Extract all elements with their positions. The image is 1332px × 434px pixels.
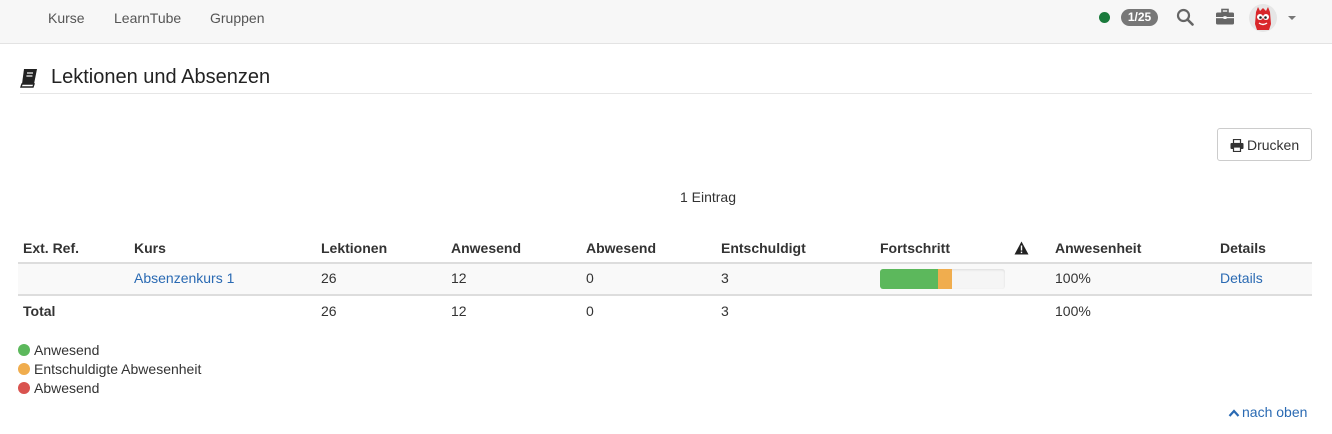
cell-absent: 0	[586, 270, 594, 286]
column-header-absent[interactable]: Abwesend	[586, 240, 656, 256]
top-navbar: Kurse LearnTube Gruppen 1/25	[0, 0, 1332, 44]
legend-label-absent: Abwesend	[34, 380, 100, 396]
column-header-excused[interactable]: Entschuldigt	[721, 240, 806, 256]
course-link[interactable]: Absenzenkurs 1	[134, 270, 234, 286]
total-attendance: 100%	[1055, 303, 1091, 319]
page-header: Lektionen und Absenzen	[20, 66, 1312, 94]
column-header-present[interactable]: Anwesend	[451, 240, 521, 256]
nav-item-kurse[interactable]: Kurse	[48, 10, 85, 26]
progress-segment-excused	[938, 269, 952, 289]
column-header-course[interactable]: Kurs	[134, 240, 166, 256]
progress-bar	[880, 269, 1005, 289]
page-title: Lektionen und Absenzen	[51, 66, 271, 88]
cell-excused: 3	[721, 270, 729, 286]
caret-down-icon[interactable]	[1288, 16, 1296, 20]
cell-lessons: 26	[321, 270, 337, 286]
total-lessons: 26	[321, 303, 337, 319]
legend-dot-absent	[18, 382, 30, 394]
cell-present: 12	[451, 270, 467, 286]
avatar[interactable]	[1249, 4, 1277, 32]
cell-attendance: 100%	[1055, 270, 1091, 286]
back-to-top-label: nach oben	[1242, 404, 1308, 420]
column-header-ext-ref[interactable]: Ext. Ref.	[23, 240, 79, 256]
nav-item-learntube[interactable]: LearnTube	[114, 10, 181, 26]
briefcase-icon[interactable]	[1215, 8, 1235, 29]
chevron-up-icon	[1228, 404, 1242, 420]
print-icon	[1230, 138, 1244, 155]
column-header-lessons[interactable]: Lektionen	[321, 240, 387, 256]
column-header-details: Details	[1220, 240, 1266, 256]
details-link[interactable]: Details	[1220, 270, 1263, 286]
total-excused: 3	[721, 303, 729, 319]
back-to-top-link[interactable]: nach oben	[1228, 404, 1307, 420]
book-icon	[20, 68, 38, 91]
progress-segment-present	[880, 269, 938, 289]
notification-badge[interactable]: 1/25	[1121, 9, 1158, 26]
legend-label-present: Anwesend	[34, 342, 100, 358]
total-label: Total	[23, 303, 56, 319]
print-button[interactable]: Drucken	[1217, 128, 1312, 161]
column-header-progress[interactable]: Fortschritt	[880, 240, 950, 256]
online-status-dot[interactable]	[1099, 12, 1110, 23]
warning-icon[interactable]	[1014, 241, 1029, 258]
legend-dot-present	[18, 344, 30, 356]
table-footer-divider	[18, 294, 1312, 296]
legend-label-excused: Entschuldigte Abwesenheit	[34, 361, 202, 377]
total-present: 12	[451, 303, 467, 319]
print-button-label: Drucken	[1247, 137, 1300, 153]
search-icon[interactable]	[1176, 8, 1194, 29]
entry-count: 1 Eintrag	[679, 189, 737, 205]
nav-item-gruppen[interactable]: Gruppen	[210, 10, 264, 26]
column-header-attendance[interactable]: Anwesenheit	[1055, 240, 1141, 256]
legend-dot-excused	[18, 363, 30, 375]
total-absent: 0	[586, 303, 594, 319]
